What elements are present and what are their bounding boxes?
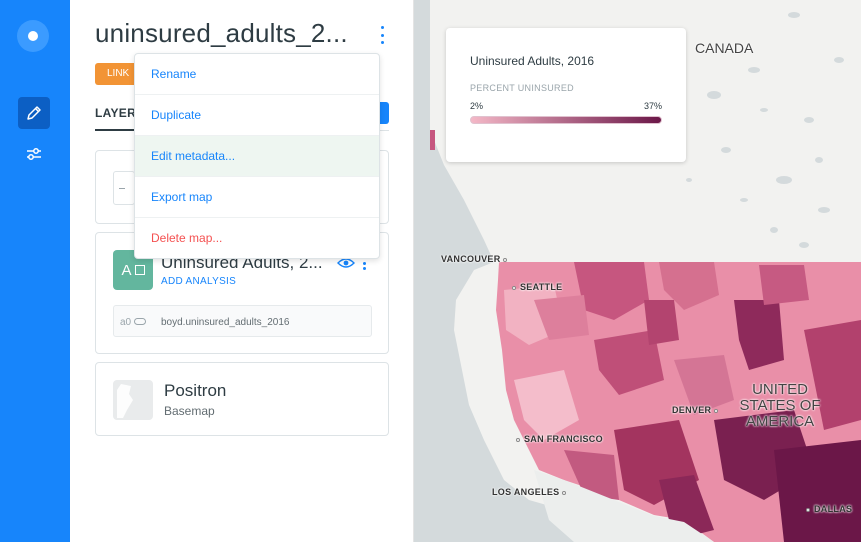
city-dot-icon <box>806 507 810 512</box>
layer-letter: A <box>121 261 132 279</box>
map-legend: Uninsured Adults, 2016 PERCENT UNINSURED… <box>446 28 686 162</box>
city-dot-icon <box>512 285 516 290</box>
layer-geometry-icon <box>134 265 145 275</box>
basemap-name: Positron <box>164 381 227 400</box>
basemap-type: Basemap <box>164 404 215 418</box>
map-label-usa-line1: UNITED <box>752 381 808 398</box>
map-label-denver-text: DENVER <box>672 405 712 415</box>
legend-subtitle: PERCENT UNINSURED <box>470 83 574 93</box>
menu-item-delete-map[interactable]: Delete map... <box>135 218 379 258</box>
nav-rail <box>0 0 70 542</box>
map-label-denver: DENVER <box>672 405 722 415</box>
legend-max: 37% <box>643 101 662 111</box>
map-label-dallas-text: DALLAS <box>814 504 853 514</box>
map-label-vancouver: VANCOUVER <box>441 254 511 264</box>
map-title[interactable]: uninsured_adults_2... <box>95 18 348 49</box>
map-options-icon[interactable] <box>375 26 389 44</box>
map-label-vancouver-text: VANCOUVER <box>441 254 501 264</box>
map-label-seattle: SEATTLE <box>512 282 562 292</box>
add-analysis-link[interactable]: ADD ANALYSIS <box>161 276 236 287</box>
menu-item-rename[interactable]: Rename <box>135 54 379 95</box>
carto-logo-icon[interactable] <box>17 20 49 52</box>
legend-min: 2% <box>470 101 484 111</box>
layer-thumbnail <box>113 171 135 205</box>
map-options-menu: Rename Duplicate Edit metadata... Export… <box>134 53 380 259</box>
map-label-seattle-text: SEATTLE <box>520 282 563 292</box>
city-dot-icon <box>516 437 520 442</box>
city-dot-icon <box>714 408 719 413</box>
link-icon <box>134 318 146 325</box>
city-dot-icon <box>562 490 567 495</box>
source-table-name: boyd.uninsured_adults_2016 <box>161 317 290 328</box>
map-label-san-francisco-text: SAN FRANCISCO <box>524 434 603 444</box>
map-label-canada: CANADA <box>695 40 754 56</box>
map-label-dallas: DALLAS <box>806 504 852 514</box>
menu-item-edit-metadata[interactable]: Edit metadata... <box>135 136 379 177</box>
layer-source-node[interactable]: a0 boyd.uninsured_adults_2016 <box>113 305 372 337</box>
map-label-usa-line2: STATES OF <box>739 397 821 414</box>
map-label-los-angeles: LOS ANGELES <box>492 487 570 497</box>
map-settings-icon[interactable] <box>18 138 50 170</box>
basemap-thumbnail <box>113 380 153 420</box>
map-label-san-francisco: SAN FRANCISCO <box>516 434 603 444</box>
map-label-usa-line3: AMERICA <box>745 413 815 430</box>
basemap-card[interactable]: Positron Basemap <box>95 362 389 436</box>
map-label-usa: UNITED STATES OF AMERICA <box>739 382 821 430</box>
analysis-id: a0 <box>120 317 132 328</box>
tab-active-indicator <box>95 129 137 131</box>
map-label-los-angeles-text: LOS ANGELES <box>492 487 560 497</box>
legend-title: Uninsured Adults, 2016 <box>470 54 595 68</box>
menu-item-duplicate[interactable]: Duplicate <box>135 95 379 136</box>
menu-item-export-map[interactable]: Export map <box>135 177 379 218</box>
city-dot-icon <box>503 257 508 262</box>
edit-pencil-icon[interactable] <box>18 97 50 129</box>
legend-gradient-bar <box>470 116 662 124</box>
